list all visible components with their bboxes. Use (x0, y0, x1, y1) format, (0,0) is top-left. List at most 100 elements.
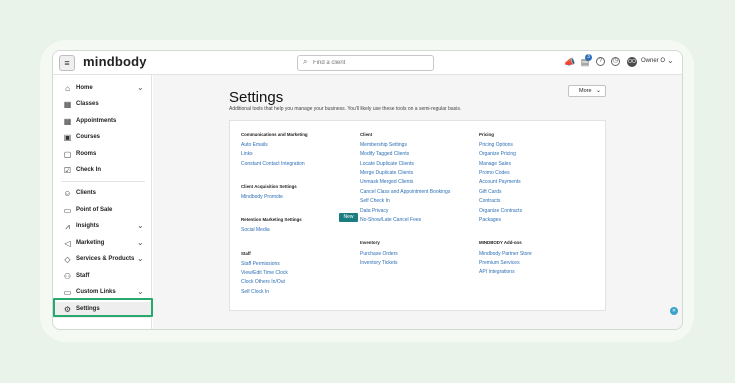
home-icon: ⌂ (65, 84, 70, 93)
sidebar-item-point-of-sale[interactable]: ▭ Point of Sale (53, 203, 152, 219)
link-organize-contracts[interactable]: Organize Contracts (479, 208, 522, 214)
link-self-clock-in[interactable]: Self Clock In (241, 289, 269, 295)
sidebar-item-marketing[interactable]: ◁ Marketing ⌄ (53, 236, 152, 252)
sidebar-item-label: Services & Products (76, 256, 135, 262)
chevron-down-icon[interactable]: ⌄ (137, 238, 144, 247)
link-self-check-in[interactable]: Self Check In (360, 198, 390, 204)
settings-card: Communications and Marketing Auto Emails… (229, 120, 606, 311)
link-purchase-orders[interactable]: Purchase Orders (360, 251, 398, 257)
section-title-retention: Retention Marketing Settings (241, 217, 302, 222)
rooms-icon: ▢ (63, 150, 72, 159)
sidebar-item-label: Appointments (76, 118, 117, 124)
sidebar-item-classes[interactable]: ▦ Classes (53, 97, 152, 113)
link-organize-pricing[interactable]: Organize Pricing (479, 151, 516, 157)
link-premium-services[interactable]: Premium Services (479, 260, 520, 266)
link-auto-emails[interactable]: Auto Emails (241, 142, 268, 148)
sidebar-item-insights[interactable]: ⩘ Insights ⌄ (53, 219, 152, 235)
section-title-staff: Staff (241, 251, 251, 256)
chevron-down-icon[interactable]: ⌄ (667, 56, 674, 65)
owner-menu[interactable]: Owner O (641, 58, 665, 64)
sidebar-item-label: Home (76, 85, 93, 91)
tasks-badge: 3 (585, 54, 592, 61)
sidebar-item-clients[interactable]: ☺ Clients (53, 186, 152, 202)
client-search[interactable]: ⌕ (297, 55, 434, 71)
chevron-down-icon[interactable]: ⌄ (137, 254, 144, 263)
chevron-down-icon[interactable]: ⌄ (137, 221, 144, 230)
chevron-down-icon[interactable]: ⌄ (137, 83, 144, 92)
sidebar-item-label: Clients (76, 190, 97, 196)
top-bar: ≡ mindbody ⌕ 📣 ▤ 3 ? ◷ OO Owner O ⌄ (53, 51, 682, 75)
sidebar-item-label: Point of Sale (76, 207, 113, 213)
link-constant-contact[interactable]: Constant Contact Integration (241, 161, 305, 167)
link-unmask-merged[interactable]: Unmask Merged Clients (360, 179, 413, 185)
chevron-down-icon[interactable]: ⌄ (137, 287, 144, 296)
new-badge: New (339, 213, 358, 222)
link-packages[interactable]: Packages (479, 217, 501, 223)
help-icon[interactable]: ? (596, 57, 605, 66)
sidebar-item-label: Staff (76, 273, 90, 279)
sidebar-item-label: Insights (76, 223, 100, 229)
page-subtitle: Additional tools that help you manage yo… (229, 106, 462, 112)
course-icon: ▣ (63, 133, 72, 142)
page-title: Settings (229, 89, 284, 106)
link-mindbody-promote[interactable]: Mindbody Promote (241, 194, 283, 200)
sidebar-item-staff[interactable]: ⚇ Staff (53, 269, 152, 285)
sidebar-item-check-in[interactable]: ☑ Check In (53, 163, 152, 179)
more-button[interactable]: More ⌄ (568, 85, 606, 97)
calendar-grid-icon: ▦ (63, 117, 72, 126)
link-staff-permissions[interactable]: Staff Permissions (241, 261, 280, 267)
sidebar-item-services-products[interactable]: ◇ Services & Products ⌄ (53, 252, 152, 268)
chat-help-icon[interactable]: ✕ (670, 307, 678, 315)
clock-icon[interactable]: ◷ (611, 57, 620, 66)
link-account-payments[interactable]: Account Payments (479, 179, 521, 185)
section-title-pricing: Pricing (479, 132, 494, 137)
link-promo-codes[interactable]: Promo Codes (479, 170, 510, 176)
link-pricing-options[interactable]: Pricing Options (479, 142, 513, 148)
link-gift-cards[interactable]: Gift Cards (479, 189, 502, 195)
check-in-icon: ☑ (63, 166, 72, 175)
search-input[interactable] (313, 57, 431, 69)
calendar-icon: ▦ (63, 100, 72, 109)
sidebar-item-label: Classes (76, 101, 99, 107)
section-title-client-acquisition: Client Acquisition Settings (241, 184, 297, 189)
sidebar-item-home[interactable]: ⌂ Home ⌄ (53, 81, 152, 97)
pos-icon: ▭ (63, 206, 72, 215)
main-content: Settings Additional tools that help you … (153, 75, 682, 329)
section-title-inventory: Inventory (360, 240, 380, 245)
link-data-privacy[interactable]: Data Privacy (360, 208, 388, 214)
sidebar-item-appointments[interactable]: ▦ Appointments (53, 114, 152, 130)
link-clock-others[interactable]: Clock Others In/Out (241, 279, 285, 285)
tag-icon: ◇ (64, 255, 71, 264)
section-title-client: Client (360, 132, 373, 137)
sidebar-item-label: Custom Links (76, 289, 116, 295)
mindbody-logo[interactable]: mindbody (83, 54, 147, 69)
sidebar-item-courses[interactable]: ▣ Courses (53, 130, 152, 146)
link-manage-sales[interactable]: Manage Sales (479, 161, 511, 167)
search-icon: ⌕ (303, 57, 308, 66)
link-social-media[interactable]: Social Media (241, 227, 270, 233)
link-no-show-fees[interactable]: No-Show/Late Cancel Fees (360, 217, 421, 223)
link-links[interactable]: Links (241, 151, 253, 157)
link-contracts[interactable]: Contracts (479, 198, 500, 204)
section-title-addons: MINDBODY Add-ons (479, 240, 522, 245)
section-title-communications: Communications and Marketing (241, 132, 308, 137)
sidebar: ⌂ Home ⌄ ▦ Classes ▦ Appointments ▣ Cour… (53, 75, 152, 329)
link-modify-tagged[interactable]: Modify Tagged Clients (360, 151, 409, 157)
link-locate-duplicate[interactable]: Locate Duplicate Clients (360, 161, 414, 167)
sidebar-item-label: Courses (76, 134, 101, 140)
link-time-clock[interactable]: View/Edit Time Clock (241, 270, 288, 276)
megaphone-icon[interactable]: 📣 (564, 57, 575, 67)
staff-icon: ⚇ (63, 272, 72, 281)
link-cancel-bookings[interactable]: Cancel Class and Appointment Bookings (360, 189, 450, 195)
link-api-integrations[interactable]: API Integrations (479, 269, 515, 275)
sidebar-item-rooms[interactable]: ▢ Rooms (53, 147, 152, 163)
more-label: More (579, 88, 592, 94)
clients-icon: ☺ (63, 189, 72, 198)
avatar[interactable]: OO (627, 57, 637, 67)
link-merge-duplicate[interactable]: Merge Duplicate Clients (360, 170, 413, 176)
sidebar-item-label: Rooms (76, 151, 97, 157)
menu-icon[interactable]: ≡ (59, 55, 75, 71)
link-partner-store[interactable]: Mindbody Partner Store (479, 251, 532, 257)
link-membership-settings[interactable]: Membership Settings (360, 142, 407, 148)
link-inventory-tickets[interactable]: Inventory Tickets (360, 260, 398, 266)
